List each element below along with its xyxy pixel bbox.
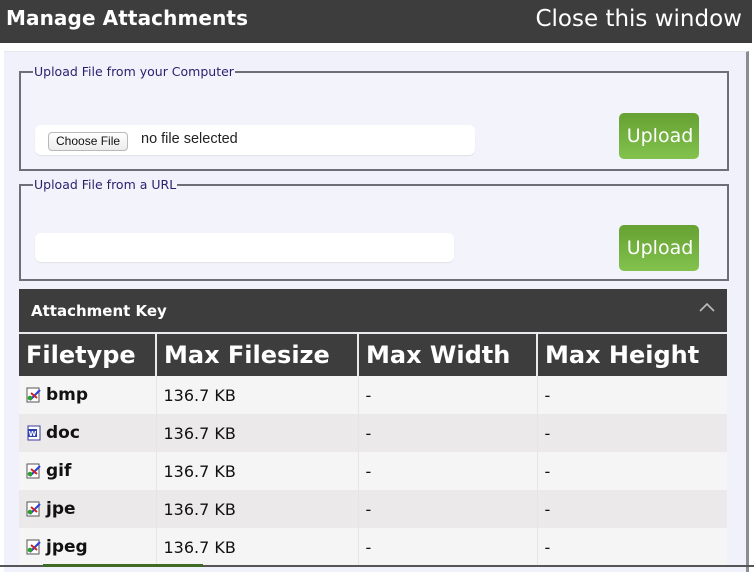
file-status-text: no file selected (141, 131, 238, 147)
max-width-cell: - (358, 490, 538, 528)
filetype-label: gif (46, 461, 72, 481)
max-filesize-cell: 136.7 KB (156, 376, 359, 414)
upload-from-url-group: Upload File from a URL Upload (19, 177, 729, 281)
filetype-label: jpeg (46, 537, 88, 557)
chevron-up-icon[interactable] (699, 301, 715, 313)
attachment-key-table: Filetype Max Filesize Max Width Max Heig… (19, 332, 727, 566)
word-doc-icon: W (27, 425, 41, 441)
close-window-link[interactable]: Close this window (535, 6, 742, 32)
max-filesize-cell: 136.7 KB (156, 452, 359, 490)
attachment-key-header[interactable]: Attachment Key (19, 289, 727, 332)
max-width-cell: - (358, 528, 538, 566)
window-titlebar: Manage Attachments Close this window (0, 0, 752, 43)
table-row: Wdoc 136.7 KB - - (19, 414, 727, 452)
image-file-icon (26, 387, 41, 403)
image-file-icon (26, 501, 41, 517)
window-title: Manage Attachments (6, 6, 249, 30)
max-height-cell: - (537, 414, 727, 452)
table-row: jpeg 136.7 KB - - (19, 528, 727, 566)
upload-file-button[interactable]: Upload (619, 113, 699, 159)
max-filesize-cell: 136.7 KB (156, 414, 359, 452)
max-height-cell: - (537, 452, 727, 490)
file-input[interactable]: Choose File no file selected (35, 125, 475, 155)
filetype-label: jpe (46, 499, 76, 519)
max-width-cell: - (358, 376, 538, 414)
attachment-key-title: Attachment Key (31, 302, 167, 320)
max-height-cell: - (537, 376, 727, 414)
max-width-cell: - (358, 452, 538, 490)
table-row: gif 136.7 KB - - (19, 452, 727, 490)
choose-file-button[interactable]: Choose File (48, 132, 129, 151)
svg-text:W: W (29, 430, 37, 438)
upload-url-button[interactable]: Upload (619, 225, 699, 271)
max-height-cell: - (537, 490, 727, 528)
upload-from-computer-group: Upload File from your Computer Choose Fi… (19, 64, 729, 171)
filetype-label: bmp (46, 385, 89, 405)
attachments-panel: Upload File from your Computer Choose Fi… (4, 51, 749, 572)
max-filesize-cell: 136.7 KB (156, 528, 359, 566)
filetype-label: doc (46, 423, 80, 443)
url-input[interactable] (35, 233, 454, 262)
max-filesize-cell: 136.7 KB (156, 490, 359, 528)
image-file-icon (26, 539, 41, 555)
table-header-row: Filetype Max Filesize Max Width Max Heig… (19, 333, 727, 376)
image-file-icon (26, 463, 41, 479)
column-header-max-filesize: Max Filesize (156, 333, 359, 376)
upload-from-computer-legend: Upload File from your Computer (34, 64, 234, 79)
table-row: bmp 136.7 KB - - (19, 376, 727, 414)
attachment-key: Attachment Key Filetype Max Filesize Max… (19, 289, 727, 566)
max-height-cell: - (537, 528, 727, 566)
column-header-filetype: Filetype (19, 333, 157, 376)
table-row: jpe 136.7 KB - - (19, 490, 727, 528)
column-header-max-width: Max Width (358, 333, 538, 376)
max-width-cell: - (358, 414, 538, 452)
upload-from-url-legend: Upload File from a URL (34, 177, 177, 192)
column-header-max-height: Max Height (537, 333, 727, 376)
